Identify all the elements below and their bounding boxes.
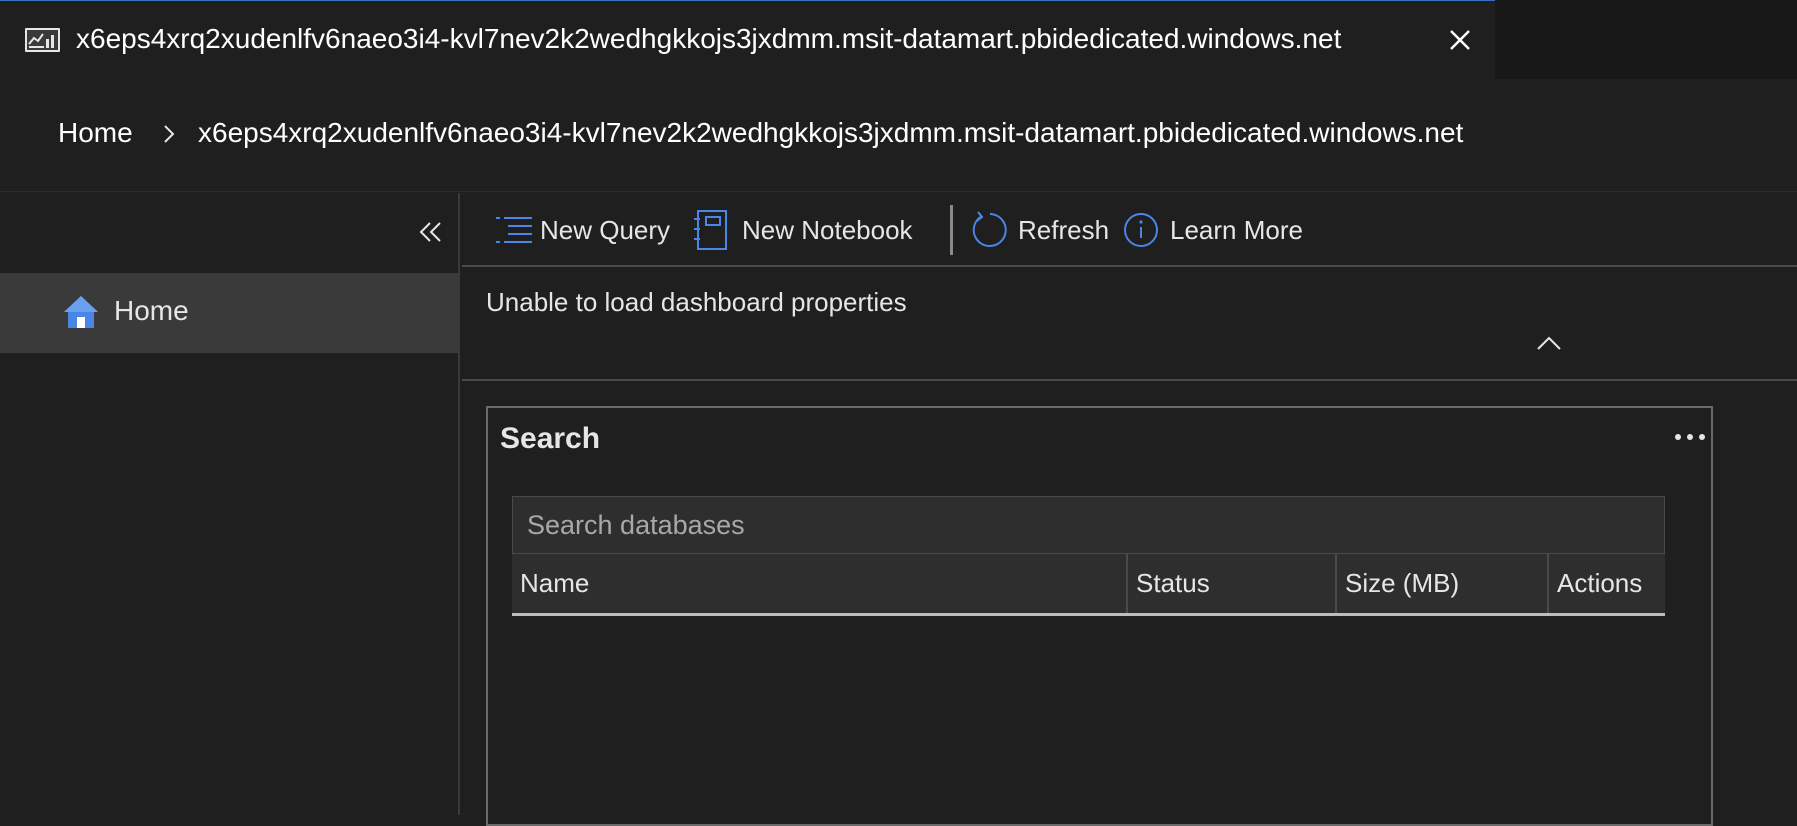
breadcrumb-current: x6eps4xrq2xudenlfv6naeo3i4-kvl7nev2k2wed… — [198, 117, 1464, 148]
notebook-icon — [694, 210, 727, 250]
dashboard-notice: Unable to load dashboard properties — [462, 269, 1797, 381]
refresh-label: Refresh — [1018, 214, 1110, 245]
refresh-icon — [972, 211, 1007, 247]
double-chevron-left-icon[interactable] — [416, 217, 446, 247]
main-content: New Query New Notebook Refresh Learn Mor… — [462, 193, 1797, 826]
new-notebook-button[interactable]: New Notebook — [692, 209, 913, 251]
toolbar: New Query New Notebook Refresh Learn Mor… — [462, 193, 1797, 267]
info-icon — [1124, 213, 1158, 247]
chevron-up-icon[interactable] — [1534, 333, 1564, 353]
close-icon[interactable] — [1446, 26, 1474, 54]
new-notebook-label: New Notebook — [742, 214, 913, 245]
column-header-status[interactable]: Status — [1128, 554, 1337, 613]
ellipsis-icon[interactable] — [1672, 430, 1708, 444]
search-card-title: Search — [500, 422, 601, 455]
toolbar-divider — [950, 205, 953, 255]
chevron-right-icon — [164, 125, 175, 143]
new-query-icon — [496, 217, 532, 243]
sidebar-item-label: Home — [114, 295, 189, 326]
sidebar-item-home[interactable]: Home — [0, 273, 458, 353]
active-tab[interactable]: x6eps4xrq2xudenlfv6naeo3i4-kvl7nev2k2wed… — [0, 0, 1495, 79]
new-query-button[interactable]: New Query — [494, 209, 670, 251]
column-header-size[interactable]: Size (MB) — [1337, 554, 1549, 613]
tab-title: x6eps4xrq2xudenlfv6naeo3i4-kvl7nev2k2wed… — [76, 23, 1342, 54]
notice-message: Unable to load dashboard properties — [486, 287, 907, 317]
learn-more-label: Learn More — [1170, 214, 1303, 245]
databases-table-header: Name Status Size (MB) Actions — [512, 554, 1665, 616]
sidebar: Home — [0, 193, 460, 815]
search-card: Search Name Status Size (MB) Actions — [486, 406, 1713, 826]
breadcrumb-home-link[interactable]: Home — [58, 117, 133, 149]
learn-more-button[interactable]: Learn More — [1122, 209, 1303, 251]
refresh-button[interactable]: Refresh — [970, 209, 1109, 251]
breadcrumb: Home x6eps4xrq2xudenlfv6naeo3i4-kvl7nev2… — [0, 79, 1797, 192]
new-query-label: New Query — [540, 214, 671, 245]
home-icon — [64, 296, 98, 328]
column-header-name[interactable]: Name — [512, 554, 1128, 613]
tab-bar: x6eps4xrq2xudenlfv6naeo3i4-kvl7nev2k2wed… — [0, 0, 1797, 79]
search-databases-input[interactable] — [512, 496, 1665, 554]
dashboard-chart-icon — [25, 28, 60, 52]
column-header-actions[interactable]: Actions — [1549, 554, 1665, 613]
